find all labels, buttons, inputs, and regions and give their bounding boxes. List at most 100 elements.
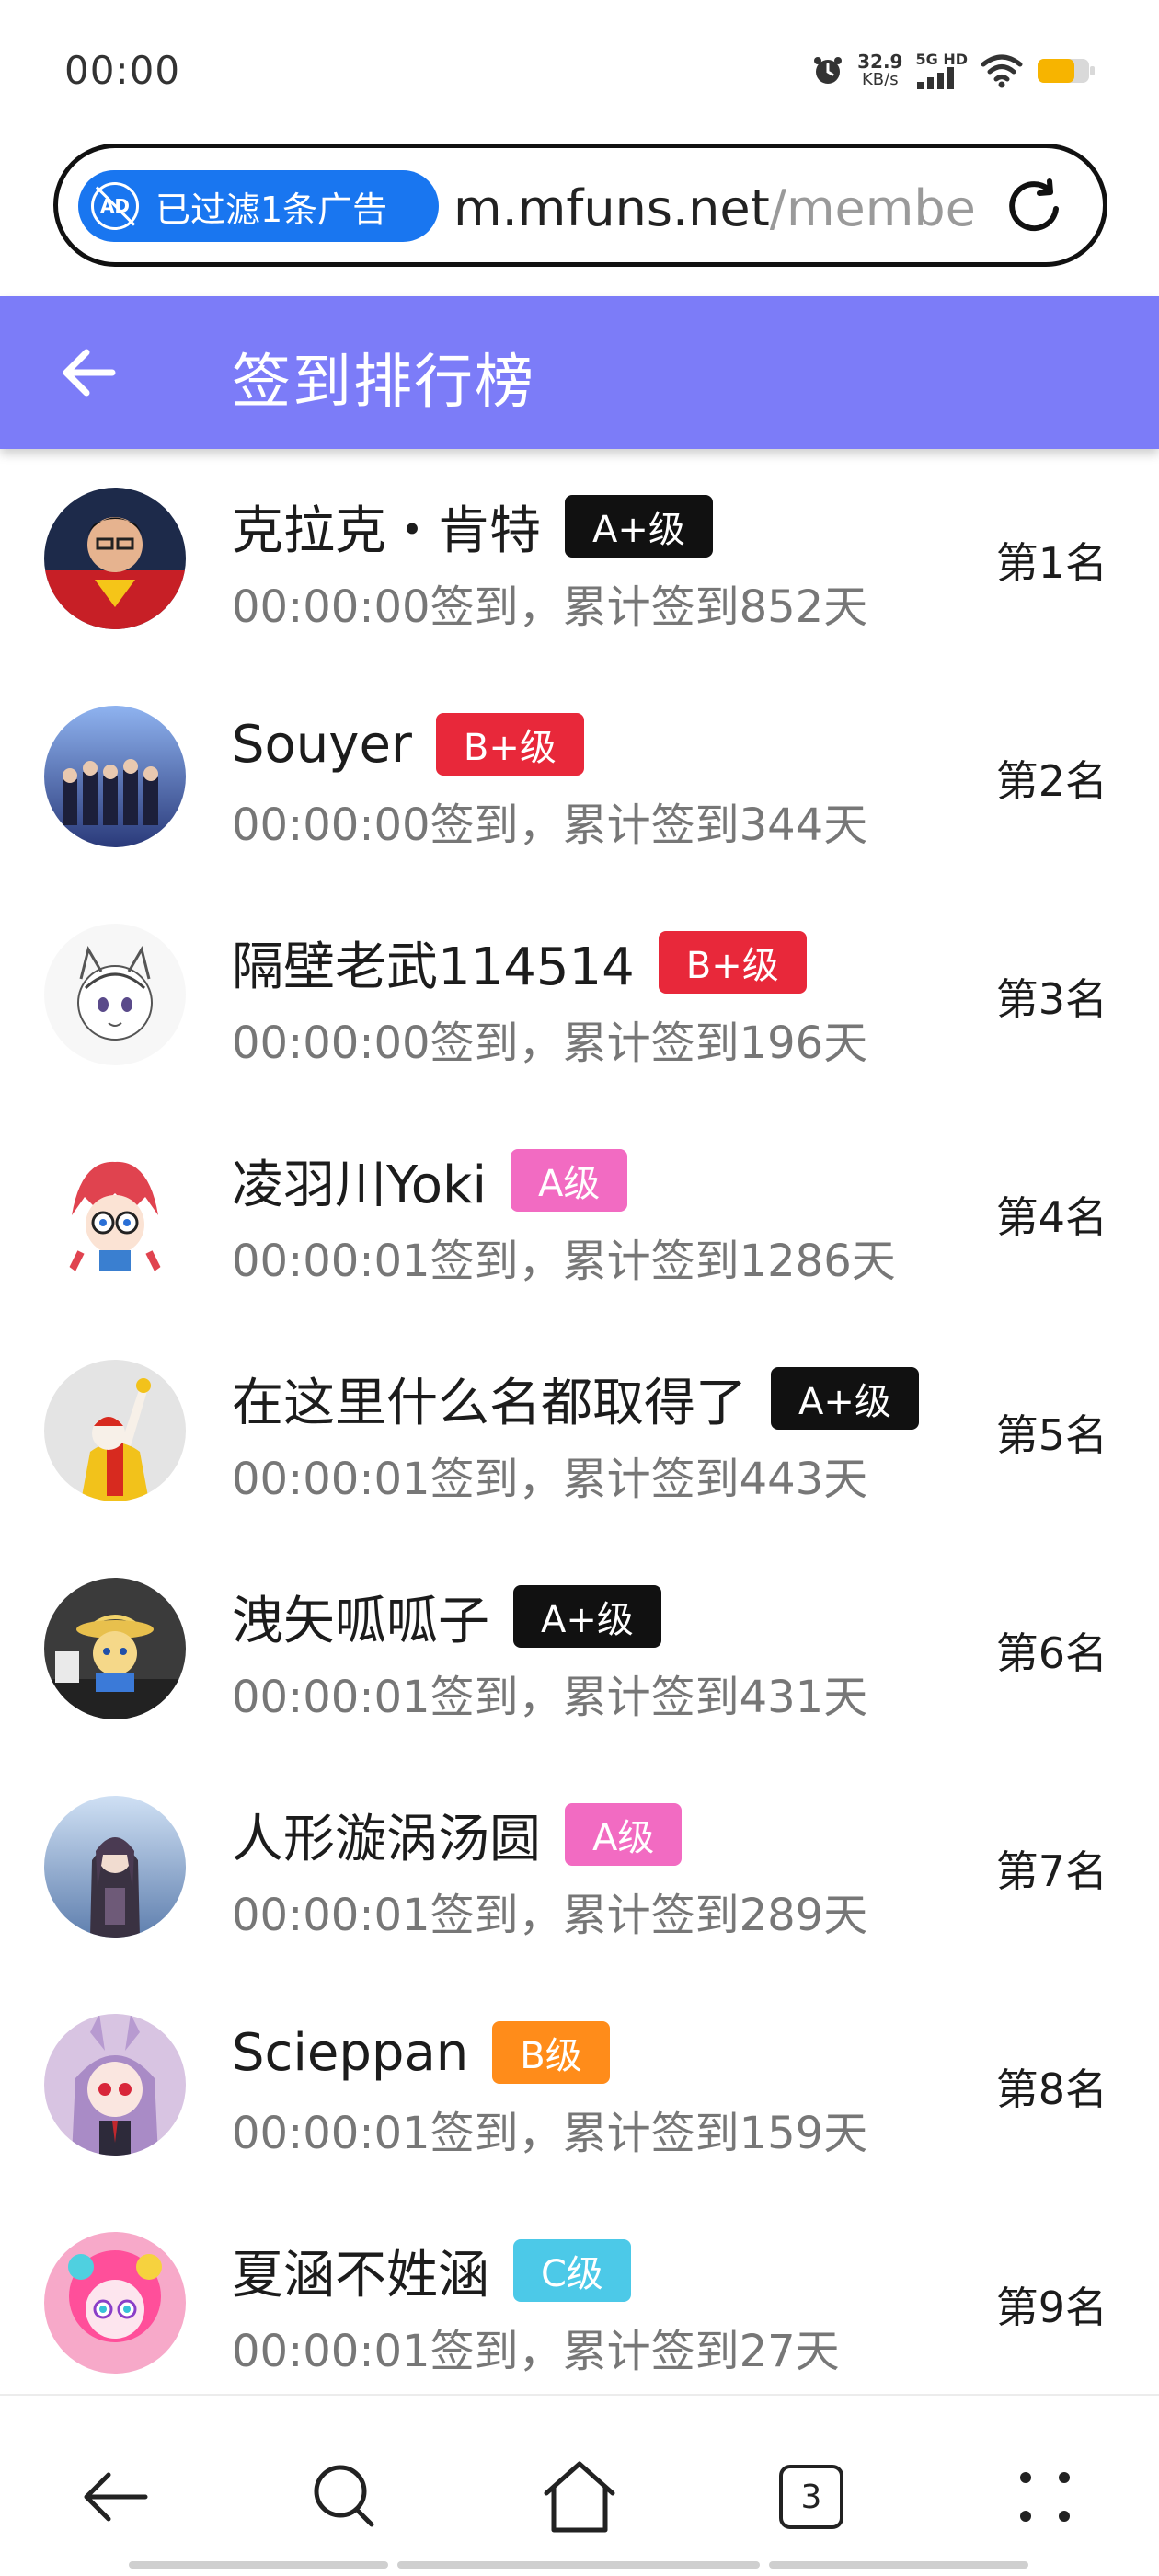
ranking-row[interactable]: 隔壁老武114514 B+级 00:00:00签到，累计签到196天 第3名: [0, 887, 1159, 1105]
nav-search-button[interactable]: [300, 2451, 392, 2543]
user-line: 夏涵不姓涵 C级: [232, 2237, 631, 2306]
alarm-icon: [814, 57, 843, 84]
net-speed: 32.9 KB/s: [857, 52, 902, 89]
rank-label: 第3名: [995, 974, 1107, 1024]
menu-dots-icon: [1020, 2472, 1070, 2522]
status-icons: 32.9 KB/s 5G HD: [811, 48, 1096, 94]
user-name[interactable]: Scieppan: [232, 2023, 468, 2083]
ad-block-icon: AD: [91, 182, 139, 230]
avatar[interactable]: [44, 1360, 186, 1501]
nav-menu-button[interactable]: [999, 2451, 1091, 2543]
avatar[interactable]: [44, 1796, 186, 1938]
cell-signal: 5G HD: [915, 52, 968, 89]
ranking-list: 克拉克・肯特 A+级 00:00:00签到，累计签到852天 第1名 Souye…: [0, 451, 1159, 2413]
rank-label: 第7名: [995, 1846, 1107, 1896]
net-speed-value: 32.9: [857, 51, 903, 73]
ranking-row[interactable]: 在这里什么名都取得了 A+级 00:00:01签到，累计签到443天 第5名: [0, 1323, 1159, 1541]
avatar[interactable]: [44, 2014, 186, 2156]
user-name[interactable]: 在这里什么名都取得了: [232, 1362, 747, 1436]
gesture-bar-segment: [129, 2561, 388, 2569]
ranking-row[interactable]: Scieppan B级 00:00:01签到，累计签到159天 第8名: [0, 1977, 1159, 2195]
nav-tabs-button[interactable]: 3: [765, 2451, 857, 2543]
url-host: m.mfuns.net: [453, 179, 770, 237]
battery-icon: [1038, 59, 1095, 83]
back-arrow-icon: [84, 2472, 148, 2522]
signal-bars-icon: [917, 67, 955, 89]
user-line: Scieppan B级: [232, 2019, 610, 2086]
gesture-bar-segment: [397, 2561, 760, 2569]
avatar[interactable]: [44, 1142, 186, 1283]
level-badge: A+级: [771, 1367, 919, 1430]
checkin-info: 00:00:01签到，累计签到159天: [232, 2108, 868, 2159]
page-title: 签到排行榜: [232, 349, 535, 417]
avatar[interactable]: [44, 488, 186, 629]
level-badge: B级: [492, 2021, 610, 2084]
avatar[interactable]: [44, 706, 186, 847]
tab-count: 3: [800, 2478, 822, 2516]
checkin-info: 00:00:01签到，累计签到1286天: [232, 1236, 896, 1287]
tabs-icon: 3: [779, 2465, 843, 2529]
checkin-info: 00:00:00签到，累计签到344天: [232, 799, 868, 851]
avatar[interactable]: [44, 1578, 186, 1719]
ranking-row[interactable]: 洩矢呱呱子 A+级 00:00:01签到，累计签到431天 第6名: [0, 1541, 1159, 1759]
ranking-row[interactable]: 凌羽川Yoki A级 00:00:01签到，累计签到1286天 第4名: [0, 1105, 1159, 1323]
level-badge: C级: [513, 2239, 631, 2302]
ranking-row[interactable]: 人形漩涡汤圆 A级 00:00:01签到，累计签到289天 第7名: [0, 1759, 1159, 1977]
home-icon: [544, 2461, 615, 2533]
avatar[interactable]: [44, 2232, 186, 2374]
gesture-bar: [0, 2561, 1159, 2570]
avatar[interactable]: [44, 924, 186, 1065]
user-name[interactable]: 夏涵不姓涵: [232, 2234, 489, 2308]
rank-label: 第4名: [995, 1192, 1107, 1242]
nav-back-button[interactable]: [70, 2451, 162, 2543]
user-name[interactable]: 隔壁老武114514: [232, 926, 635, 1000]
status-bar: 00:00 32.9 KB/s 5G HD: [0, 0, 1159, 138]
url-path: /membe: [769, 179, 976, 237]
user-line: 人形漩涡汤圆 A级: [232, 1801, 683, 1869]
checkin-info: 00:00:01签到，累计签到289天: [232, 1890, 868, 1941]
user-line: 洩矢呱呱子 A+级: [232, 1583, 661, 1651]
back-arrow-icon[interactable]: [53, 336, 127, 409]
checkin-info: 00:00:01签到，累计签到443天: [232, 1454, 868, 1505]
network-type-label: 5G HD: [915, 51, 968, 68]
battery-level: [1038, 59, 1074, 83]
app-header: 签到排行榜: [0, 296, 1159, 449]
search-icon: [314, 2465, 374, 2527]
checkin-info: 00:00:00签到，累计签到852天: [232, 581, 868, 633]
rank-label: 第1名: [995, 538, 1107, 588]
checkin-info: 00:00:00签到，累计签到196天: [232, 1018, 868, 1069]
checkin-info: 00:00:01签到，累计签到431天: [232, 1672, 868, 1723]
user-line: 隔壁老武114514 B+级: [232, 929, 807, 997]
status-time: 00:00: [64, 48, 181, 93]
user-line: Souyer B+级: [232, 711, 584, 777]
user-name[interactable]: 克拉克・肯特: [232, 489, 541, 564]
ranking-row[interactable]: 夏涵不姓涵 C级 00:00:01签到，累计签到27天 第9名: [0, 2195, 1159, 2413]
bottom-nav: 3: [0, 2394, 1159, 2576]
ranking-row[interactable]: 克拉克・肯特 A+级 00:00:00签到，累计签到852天 第1名: [0, 451, 1159, 669]
reload-icon[interactable]: [1004, 176, 1064, 236]
level-badge: A级: [511, 1149, 628, 1212]
checkin-info: 00:00:01签到，累计签到27天: [232, 2326, 840, 2377]
net-speed-unit: KB/s: [862, 70, 899, 89]
user-line: 克拉克・肯特 A+级: [232, 493, 713, 561]
user-name[interactable]: 洩矢呱呱子: [232, 1580, 489, 1654]
ad-filter-pill[interactable]: AD 已过滤1条广告: [78, 170, 439, 242]
rank-label: 第9名: [995, 2283, 1107, 2332]
rank-label: 第8名: [995, 2064, 1107, 2114]
url-text[interactable]: m.mfuns.net/membe: [453, 179, 1015, 237]
url-bar[interactable]: AD 已过滤1条广告 m.mfuns.net/membe: [53, 144, 1107, 267]
user-line: 凌羽川Yoki A级: [232, 1147, 628, 1215]
level-badge: B+级: [658, 931, 807, 994]
level-badge: B+级: [435, 713, 584, 776]
user-name[interactable]: 人形漩涡汤圆: [232, 1798, 541, 1872]
rank-label: 第6名: [995, 1628, 1107, 1678]
gesture-bar-segment: [769, 2561, 1028, 2569]
level-badge: A+级: [565, 495, 713, 558]
ranking-row[interactable]: Souyer B+级 00:00:00签到，累计签到344天 第2名: [0, 669, 1159, 887]
level-badge: A+级: [513, 1585, 661, 1648]
user-name[interactable]: 凌羽川Yoki: [232, 1144, 487, 1218]
user-line: 在这里什么名都取得了 A+级: [232, 1365, 919, 1433]
user-name[interactable]: Souyer: [232, 715, 412, 775]
ad-filter-label: 已过滤1条广告: [155, 189, 388, 230]
nav-home-button[interactable]: [534, 2451, 625, 2543]
